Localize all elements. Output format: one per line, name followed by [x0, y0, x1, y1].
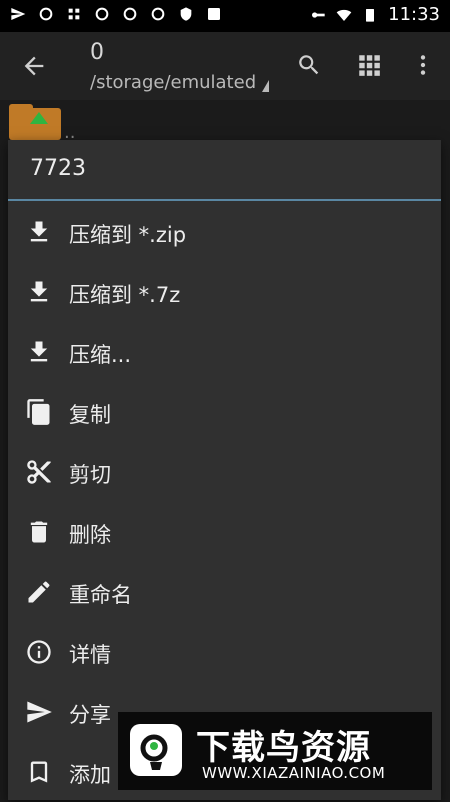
clock: 11:33 [388, 4, 440, 25]
menu-item-compress-7z[interactable]: 压缩到 *.7z [8, 262, 441, 322]
menu-item-label: 添加 [69, 763, 111, 787]
context-menu: 7723 压缩到 *.zip 压缩到 *.7z 压缩... 复制 剪切 删除 重… [8, 140, 441, 800]
vpn-shield-icon [178, 6, 194, 22]
menu-item-label: 重命名 [69, 583, 132, 607]
overflow-menu-icon[interactable] [410, 52, 436, 78]
search-icon[interactable] [296, 52, 322, 78]
menu-item-details[interactable]: 详情 [8, 622, 441, 682]
app-notification-icon [122, 6, 138, 22]
menu-item-cut[interactable]: 剪切 [8, 442, 441, 502]
a-notification-icon [206, 6, 222, 22]
folder-title: 0 [90, 40, 104, 65]
toolbar: 0 /storage/emulated [0, 32, 450, 100]
status-bar: 11:33 [0, 0, 450, 32]
menu-item-label: 压缩... [69, 343, 132, 367]
wifi-icon [336, 7, 352, 23]
grid-view-icon[interactable] [356, 52, 382, 78]
menu-item-label: 删除 [69, 523, 111, 547]
info-icon [25, 638, 53, 666]
key-icon [310, 7, 326, 23]
menu-item-label: 压缩到 *.7z [69, 283, 181, 307]
watermark-url: WWW.XIAZAINIAO.COM [202, 764, 386, 782]
watermark-title: 下载鸟资源 [196, 728, 371, 768]
send-icon [25, 698, 53, 726]
bookmark-icon [25, 758, 53, 786]
grid-notification-icon [66, 6, 82, 22]
app-notification-icon [38, 6, 54, 22]
trash-icon [25, 518, 53, 546]
app-notification-icon [94, 6, 110, 22]
download-icon [25, 218, 53, 246]
menu-divider [8, 199, 441, 201]
menu-item-label: 压缩到 *.zip [69, 223, 187, 247]
send-notification-icon [10, 6, 26, 22]
menu-item-compress-zip[interactable]: 压缩到 *.zip [8, 202, 441, 262]
menu-item-compress[interactable]: 压缩... [8, 322, 441, 382]
menu-item-rename[interactable]: 重命名 [8, 562, 441, 622]
copy-icon [25, 398, 53, 426]
back-arrow-icon[interactable] [20, 52, 48, 80]
app-notification-icon [150, 6, 166, 22]
download-icon [25, 278, 53, 306]
menu-title: 7723 [30, 156, 86, 181]
menu-item-label: 剪切 [69, 463, 111, 487]
path-dropdown-caret-icon[interactable] [262, 80, 269, 92]
menu-item-delete[interactable]: 删除 [8, 502, 441, 562]
scissors-icon [25, 458, 53, 486]
path-selector[interactable]: /storage/emulated [90, 72, 256, 93]
battery-charging-icon [362, 7, 378, 23]
menu-item-label: 分享 [69, 703, 111, 727]
watermark-banner: 下载鸟资源 WWW.XIAZAINIAO.COM [118, 712, 432, 790]
watermark-logo-icon [130, 724, 182, 776]
menu-item-label: 复制 [69, 403, 111, 427]
pencil-icon [25, 578, 53, 606]
up-arrow-icon [30, 112, 48, 124]
download-icon [25, 338, 53, 366]
menu-item-label: 详情 [69, 643, 111, 667]
menu-item-copy[interactable]: 复制 [8, 382, 441, 442]
